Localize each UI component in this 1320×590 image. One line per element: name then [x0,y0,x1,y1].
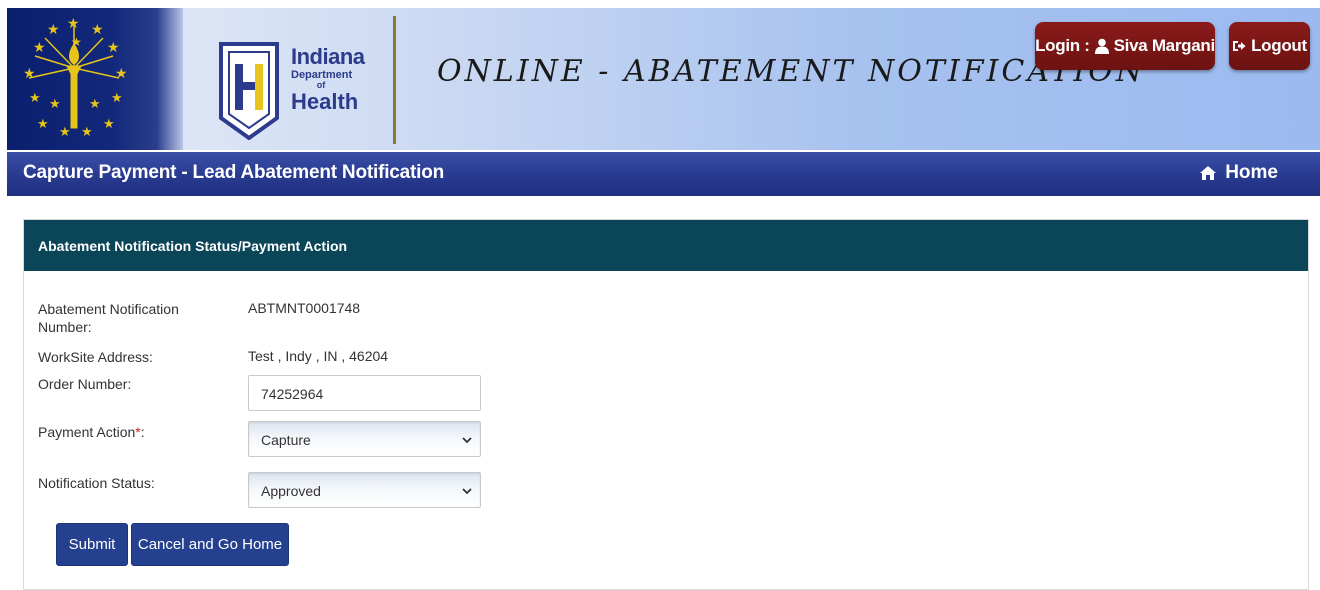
page-title-bar: Capture Payment - Lead Abatement Notific… [7,152,1320,196]
payment-action-select[interactable]: Capture [248,421,481,457]
chevron-down-icon [462,488,472,495]
worksite-value: Test , Indy , IN , 46204 [248,348,389,364]
site-header: ★ ★ ★ ★ ★ ★ ★ ★ ★ ★ ★ ★ ★ ★ ★ ★ Indiana … [7,8,1320,150]
svg-text:★: ★ [23,65,36,81]
login-prefix: Login : [1035,36,1090,55]
submit-button[interactable]: Submit [56,523,128,566]
notification-status-select[interactable]: Approved [248,472,481,508]
svg-text:★: ★ [37,116,49,131]
notification-number-value: ABTMNT0001748 [248,300,361,316]
svg-text:★: ★ [89,96,101,111]
logout-button[interactable]: Logout [1229,22,1310,70]
svg-text:★: ★ [91,21,104,37]
svg-text:★: ★ [111,90,123,105]
notification-status-value: Approved [261,483,321,499]
logout-label: Logout [1251,36,1307,55]
order-number-field[interactable]: 74252964 [248,375,481,411]
home-icon [1200,166,1217,180]
svg-text:★: ★ [71,35,82,49]
department-shield-logo [219,42,279,140]
user-icon [1094,38,1109,54]
chevron-down-icon [462,437,472,444]
notification-status-label: Notification Status: [38,475,155,491]
svg-text:★: ★ [107,39,120,55]
payment-action-panel: Abatement Notification Status/Payment Ac… [23,219,1309,590]
svg-text:★: ★ [67,16,80,31]
notification-number-label: Abatement Notification Number: [38,301,179,335]
indiana-flag: ★ ★ ★ ★ ★ ★ ★ ★ ★ ★ ★ ★ ★ ★ ★ ★ [7,8,183,150]
worksite-label: WorkSite Address: [38,349,153,365]
svg-text:★: ★ [29,90,41,105]
logout-icon [1233,41,1246,51]
page-title: Capture Payment - Lead Abatement Notific… [23,162,445,183]
cancel-and-go-home-button[interactable]: Cancel and Go Home [131,523,289,566]
home-link[interactable]: Home [1199,162,1278,184]
svg-text:★: ★ [47,21,60,37]
header-divider [393,16,396,144]
health-department-logo: Indiana Department of Health [217,38,377,142]
home-label: Home [1225,162,1278,183]
order-number-value: 74252964 [261,386,324,402]
logo-wordmark: Indiana Department of Health [291,44,365,114]
svg-text:★: ★ [103,116,115,131]
user-name: Siva Margani [1113,36,1216,55]
order-number-label: Order Number: [38,376,132,392]
payment-action-label: Payment Action*: [38,424,145,440]
svg-text:★: ★ [49,96,61,111]
payment-action-value: Capture [261,432,311,448]
panel-heading: Abatement Notification Status/Payment Ac… [24,220,1308,271]
flag-torch-icon: ★ ★ ★ ★ ★ ★ ★ ★ ★ ★ ★ ★ ★ ★ ★ ★ [23,16,128,139]
login-user-button[interactable]: Login : Siva Margani [1035,22,1215,70]
svg-text:★: ★ [59,124,71,139]
svg-text:★: ★ [115,65,128,81]
svg-text:★: ★ [33,39,46,55]
svg-text:★: ★ [81,124,93,139]
